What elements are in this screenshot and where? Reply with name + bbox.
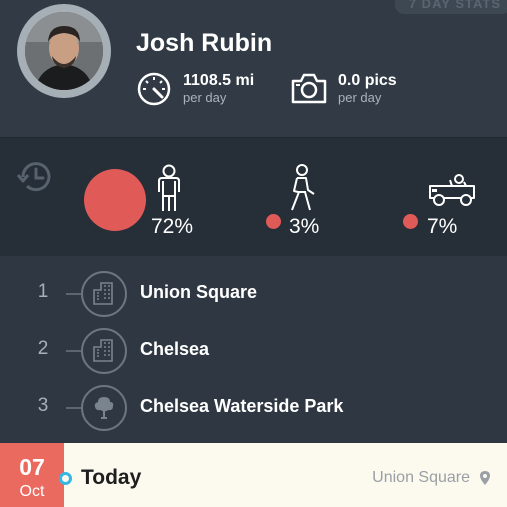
list-item-chelsea[interactable]: 2 Chelsea: [0, 322, 507, 379]
distance-value: 1108.5 mi: [183, 72, 255, 89]
distance-unit: per day: [183, 90, 227, 105]
walking-percentage: 3%: [289, 215, 320, 238]
distance-stat: 1108.5 mi per day: [135, 70, 285, 110]
avatar[interactable]: [25, 12, 103, 90]
camera-icon: [290, 70, 328, 111]
connector-line: [66, 350, 82, 352]
standing-activity-dot: [84, 169, 146, 231]
building-icon: [81, 271, 127, 317]
date-day: 07: [19, 454, 45, 480]
connector-line: [66, 407, 82, 409]
connector-line: [66, 293, 82, 295]
place-rank: 3: [37, 395, 49, 416]
photos-value: 0.0 pics: [338, 72, 397, 89]
list-item-chelsea-waterside-park[interactable]: 3 Chelsea Waterside Park: [0, 379, 507, 436]
driving-activity-dot: [403, 214, 418, 229]
place-name: Union Square: [140, 282, 258, 302]
map-pin-icon: [479, 470, 491, 491]
speedometer-icon: [135, 70, 173, 111]
building-icon: [81, 328, 127, 374]
tree-icon: [81, 385, 127, 431]
jeep-car-icon: [426, 172, 478, 215]
user-name: Josh Rubin: [136, 29, 273, 57]
seven-day-stats-badge[interactable]: 7 DAY STATS: [394, 0, 507, 14]
walking-person-icon: [286, 164, 318, 219]
current-location-label: Union Square: [372, 469, 470, 486]
place-name: Chelsea Waterside Park: [140, 396, 344, 416]
activity-breakdown: 72% 3% 7%: [0, 137, 507, 257]
place-rank: 2: [37, 338, 49, 359]
driving-percentage: 7%: [427, 215, 458, 238]
top-places-list: 1 Union Square 2 Chelsea 3 Chelsea Water…: [0, 256, 507, 443]
standing-percentage: 72%: [151, 215, 194, 238]
walking-activity-dot: [266, 214, 281, 229]
avatar-ring: [17, 4, 111, 98]
photos-stat: 0.0 pics per day: [290, 70, 440, 110]
profile-header: 7 DAY STATS Josh Rubin 1108.5 mi per day…: [0, 0, 507, 137]
today-label: Today: [81, 466, 142, 489]
date-badge: 07 Oct: [0, 443, 64, 507]
timeline-today-marker: [59, 472, 72, 485]
list-item-union-square[interactable]: 1 Union Square: [0, 265, 507, 322]
place-name: Chelsea: [140, 339, 210, 359]
date-month: Oct: [19, 483, 45, 500]
standing-person-icon: [151, 164, 187, 219]
place-rank: 1: [37, 281, 49, 302]
history-clock-icon[interactable]: [15, 157, 55, 202]
photos-unit: per day: [338, 90, 382, 105]
today-bar[interactable]: 07 Oct Today Union Square: [0, 443, 507, 507]
